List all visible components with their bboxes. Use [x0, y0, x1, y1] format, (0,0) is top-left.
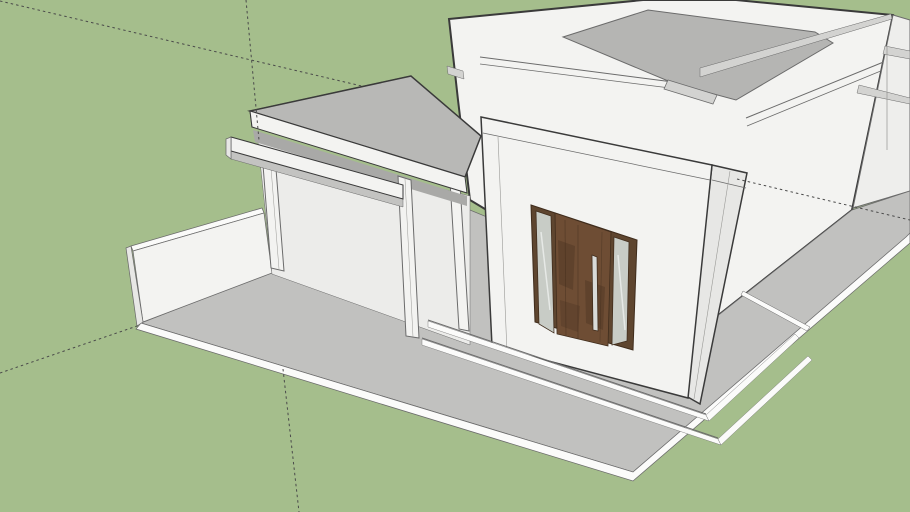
- sketchup-3d-viewport[interactable]: [0, 0, 910, 512]
- door-handle-bar[interactable]: [591, 254, 599, 332]
- door-wood-blotch-1: [558, 240, 575, 290]
- door-sidelight-right[interactable]: [611, 236, 630, 346]
- shade-beam-end-cap: [225, 136, 232, 160]
